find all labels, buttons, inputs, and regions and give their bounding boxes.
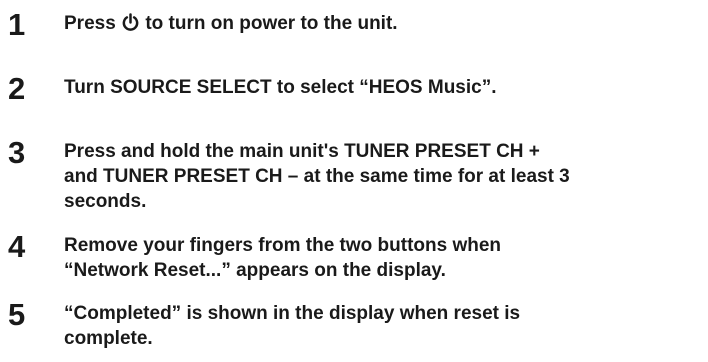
step-number: 3 — [8, 135, 26, 170]
step-text: “Completed” is shown in the display when… — [64, 301, 704, 351]
step-number: 2 — [8, 71, 26, 106]
power-icon — [121, 13, 140, 32]
step-number: 1 — [8, 7, 26, 42]
step-text: Remove your fingers from the two buttons… — [64, 233, 704, 283]
step-text-line: Press and hold the main unit's TUNER PRE… — [64, 141, 540, 162]
step-text: Turn SOURCE SELECT to select “HEOS Music… — [64, 77, 497, 98]
step-text: Press and hold the main unit's TUNER PRE… — [64, 139, 704, 214]
step-text-line: Remove your fingers from the two buttons… — [64, 235, 502, 256]
step-number: 4 — [8, 229, 26, 264]
step-text-part: Press — [64, 13, 122, 34]
step-text-line: “Network Reset...” appears on the displa… — [64, 260, 446, 281]
step-text-part: to turn on power to the unit. — [140, 13, 398, 34]
step-text: Press to turn on power to the unit. — [64, 11, 704, 36]
step-text-line: “Completed” is shown in the display when… — [64, 303, 521, 324]
step-text-line: seconds. — [64, 191, 147, 212]
step-number: 5 — [8, 297, 26, 332]
reset-instructions: 1 Press to turn on power to the unit. 2 … — [0, 0, 708, 362]
step-text-line: complete. — [64, 328, 153, 349]
step-text-line: and TUNER PRESET CH – at the same time f… — [64, 166, 570, 187]
